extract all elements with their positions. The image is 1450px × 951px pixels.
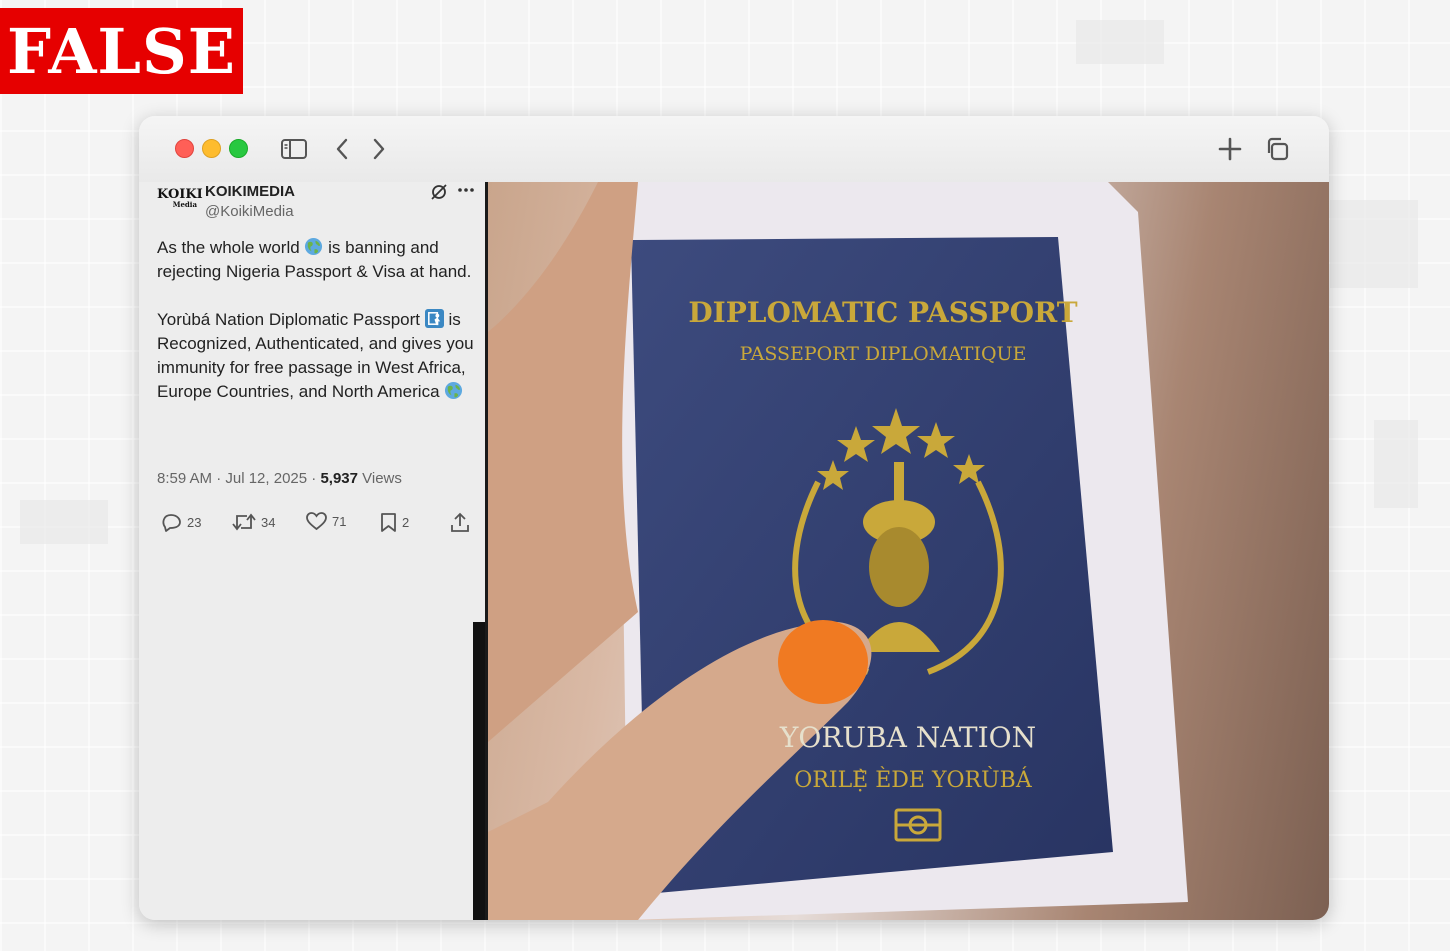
tweet-panel: KOIKI Media KOIKIMEDIA @KoikiMedia As th… xyxy=(139,180,487,920)
grok-icon[interactable] xyxy=(429,182,449,202)
repost-button[interactable]: 34 xyxy=(232,512,275,532)
author-handle[interactable]: @KoikiMedia xyxy=(205,203,294,220)
views-label: Views xyxy=(357,470,402,487)
background-tile xyxy=(1076,20,1164,64)
forward-chevron-icon[interactable] xyxy=(365,135,393,163)
tweet-paragraph-1: As the whole world is banning and reject… xyxy=(157,236,482,284)
tweet-text: As the whole world is banning and reject… xyxy=(157,236,482,428)
views-count: 5,937 xyxy=(320,470,358,487)
orange-fingernail xyxy=(778,620,868,704)
browser-window: KOIKI Media KOIKIMEDIA @KoikiMedia As th… xyxy=(139,116,1329,920)
tweet-actions: 23 34 71 2 xyxy=(139,512,485,542)
passport-nation: YORUBA NATION xyxy=(779,721,1036,754)
tweet-timestamp[interactable]: 8:59 AM · Jul 12, 2025 · xyxy=(157,470,320,487)
passport-native-name: ORILẸ̀ ÈDE YORÙBÁ xyxy=(794,766,1033,793)
passport-subtitle: PASSEPORT DIPLOMATIQUE xyxy=(740,343,1027,365)
globe-americas-icon xyxy=(305,237,323,256)
tweet-text-segment: As the whole world xyxy=(157,238,300,257)
background-tile xyxy=(20,500,108,544)
like-count: 71 xyxy=(332,514,347,529)
like-button[interactable]: 71 xyxy=(306,512,346,531)
tweet-metadata: 8:59 AM · Jul 12, 2025 · 5,937 Views xyxy=(157,470,402,487)
browser-toolbar xyxy=(139,116,1329,183)
bookmark-button[interactable]: 2 xyxy=(380,512,409,533)
passport-photo[interactable]: DIPLOMATIC PASSPORT PASSEPORT DIPLOMATIQ… xyxy=(488,182,1329,920)
reply-icon xyxy=(162,514,181,532)
reply-count: 23 xyxy=(187,514,202,530)
globe-americas-icon xyxy=(445,381,463,400)
panel-separator xyxy=(485,182,488,920)
sidebar-icon[interactable] xyxy=(280,135,308,163)
close-window-button[interactable] xyxy=(175,139,194,158)
author-name[interactable]: KOIKIMEDIA xyxy=(205,183,295,200)
tweet-paragraph-2: Yorùbá Nation Diplomatic Passport is Rec… xyxy=(157,308,482,404)
more-options-icon[interactable] xyxy=(456,180,476,200)
passport-photo-illustration: DIPLOMATIC PASSPORT PASSEPORT DIPLOMATIQ… xyxy=(488,182,1188,920)
background-tile xyxy=(1330,200,1418,288)
tweet-text-segment: Yorùbá Nation Diplomatic Passport xyxy=(157,310,421,329)
minimize-window-button[interactable] xyxy=(202,139,221,158)
repost-icon xyxy=(232,513,256,531)
tabs-overview-icon[interactable] xyxy=(1263,135,1291,163)
share-button[interactable] xyxy=(450,512,470,533)
heart-icon xyxy=(306,512,327,531)
share-icon xyxy=(451,512,469,532)
repost-count: 34 xyxy=(261,514,276,530)
avatar[interactable]: KOIKI Media xyxy=(157,188,203,216)
zoom-window-button[interactable] xyxy=(229,139,248,158)
reply-button[interactable]: 23 xyxy=(161,512,201,532)
plus-icon[interactable] xyxy=(1216,135,1244,163)
false-verdict-badge: FALSE xyxy=(0,8,243,94)
back-chevron-icon[interactable] xyxy=(328,135,356,163)
passport-title: DIPLOMATIC PASSPORT xyxy=(688,296,1077,329)
avatar-logo-subtext: Media xyxy=(172,200,197,209)
bookmark-count: 2 xyxy=(402,515,410,530)
bookmark-icon xyxy=(381,513,396,532)
background-tile xyxy=(1374,420,1418,508)
passport-control-icon xyxy=(424,309,444,328)
thumb xyxy=(488,182,638,742)
